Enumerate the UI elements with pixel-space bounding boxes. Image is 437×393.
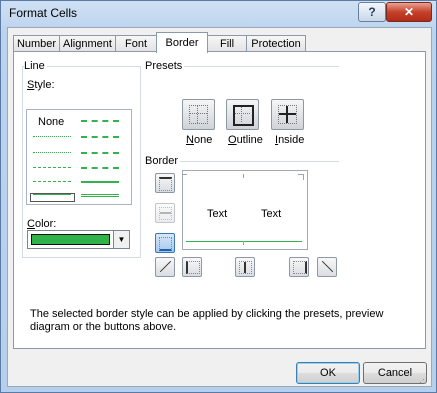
close-button[interactable]: ✕	[386, 2, 432, 22]
tab-alignment[interactable]: Alignment	[59, 35, 116, 52]
preset-inside-icon	[278, 105, 297, 124]
border-right-button[interactable]	[289, 257, 309, 277]
border-preview[interactable]: Text Text	[182, 170, 308, 250]
line-style-thick[interactable]	[81, 194, 119, 197]
border-left-icon	[186, 261, 200, 274]
line-style-dash-dot[interactable]	[33, 181, 71, 182]
preset-none-button[interactable]	[182, 99, 215, 130]
line-group-label: Line	[24, 60, 47, 72]
line-style-thin-selected[interactable]	[30, 193, 75, 202]
border-bottom-icon	[159, 237, 172, 251]
tab-border[interactable]: Border	[156, 32, 208, 53]
line-style-medium-dash-dot[interactable]	[81, 152, 119, 154]
line-style-dotted[interactable]	[33, 152, 71, 153]
line-style-none[interactable]: None	[38, 116, 64, 128]
preview-corner-tr	[298, 174, 304, 180]
line-style-dash-dot-dot[interactable]	[33, 167, 71, 168]
resize-grip-icon[interactable]: ⋰	[419, 374, 429, 384]
border-middle-horizontal-icon	[159, 207, 172, 220]
style-label: Style:	[27, 79, 57, 91]
line-style-list[interactable]: None	[26, 109, 132, 205]
border-bottom-button[interactable]	[155, 233, 175, 253]
help-button[interactable]: ?	[358, 2, 386, 22]
preset-none-icon	[189, 105, 208, 124]
line-style-medium-dash-dot-dot[interactable]	[81, 120, 119, 122]
preview-corner-tl	[182, 174, 187, 180]
line-style-medium-dashed[interactable]	[81, 167, 119, 169]
preview-corner-tm	[243, 174, 249, 178]
tab-font[interactable]: Font	[115, 35, 157, 52]
border-diagonal-down-icon	[321, 260, 334, 273]
ok-button[interactable]: OK	[296, 362, 360, 384]
dialog-client: Number Alignment Font Border Fill Protec…	[7, 27, 432, 387]
line-style-slant-dash-dot[interactable]	[81, 136, 119, 138]
border-right-icon	[293, 261, 307, 274]
close-icon: ✕	[403, 5, 415, 19]
preset-inside-button[interactable]	[271, 99, 304, 130]
color-dropdown[interactable]: ▼	[27, 230, 130, 249]
line-style-medium[interactable]	[81, 181, 119, 183]
border-top-button[interactable]	[155, 173, 175, 193]
border-middle-vertical-icon	[239, 261, 252, 274]
preset-outline-icon	[233, 105, 254, 126]
border-top-icon	[159, 177, 172, 191]
tab-number[interactable]: Number	[13, 35, 60, 52]
preset-outline-label: Outline	[228, 134, 263, 146]
preview-corner-bm	[243, 241, 249, 245]
color-swatch	[31, 234, 110, 245]
border-diagonal-down-button[interactable]	[317, 257, 337, 277]
border-diagonal-up-button[interactable]	[155, 257, 175, 277]
description-text: The selected border style can be applied…	[30, 308, 384, 333]
format-cells-dialog: Format Cells ? ✕ Number Alignment Font B…	[0, 0, 437, 393]
border-middle-vertical-button[interactable]	[235, 257, 255, 277]
border-left-button[interactable]	[182, 257, 202, 277]
border-group-label: Border	[145, 155, 181, 167]
line-style-hair[interactable]	[33, 136, 71, 137]
preset-inside-label: Inside	[275, 134, 305, 146]
preview-text-left: Text	[207, 208, 228, 220]
border-middle-horizontal-button[interactable]	[155, 203, 175, 223]
title-bar: Format Cells ? ✕	[1, 1, 436, 25]
presets-group-label: Presets	[145, 60, 185, 72]
cancel-button[interactable]: Cancel	[363, 362, 427, 384]
preset-none-label: None	[186, 134, 213, 146]
dialog-title: Format Cells	[9, 6, 78, 20]
color-label: Color:	[27, 218, 59, 230]
help-icon: ?	[368, 5, 376, 19]
chevron-down-icon[interactable]: ▼	[113, 231, 129, 248]
preview-text-right: Text	[261, 208, 282, 220]
preset-outline-button[interactable]	[226, 99, 259, 130]
tab-protection[interactable]: Protection	[246, 35, 306, 52]
border-tab-panel: Line Style: None Color: ▼ Presets None O…	[13, 51, 426, 349]
border-diagonal-up-icon	[159, 260, 172, 273]
tab-fill[interactable]: Fill	[207, 35, 247, 52]
